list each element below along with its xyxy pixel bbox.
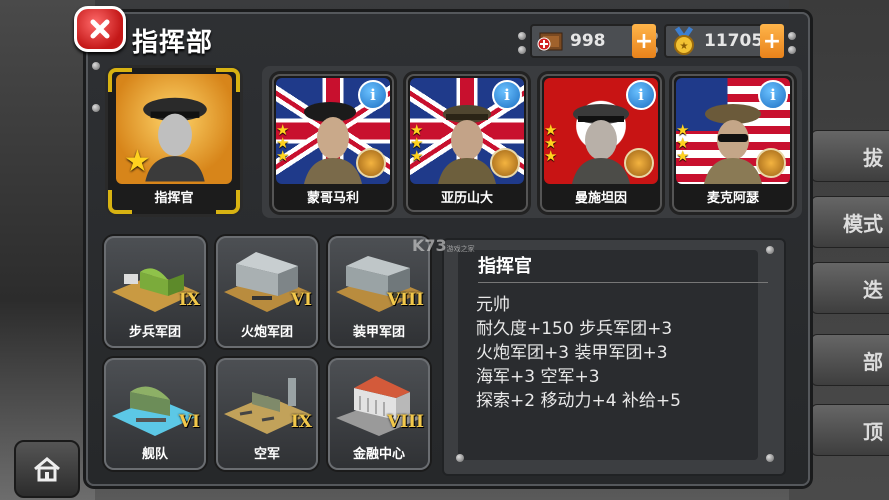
side-tab-5[interactable]: 顶 — [811, 404, 889, 456]
info-button[interactable]: i — [758, 80, 788, 110]
rank-badge-icon — [624, 148, 654, 178]
info-line-stats: 耐久度+150 步兵军团+3 — [476, 319, 673, 339]
supply-crate-icon — [537, 32, 563, 51]
close-icon — [90, 19, 110, 39]
add-supply-button[interactable]: + — [632, 24, 656, 58]
rivet — [788, 46, 796, 54]
self-commander-card[interactable]: ★ 指挥官 — [108, 68, 240, 214]
building-level: VI — [290, 290, 312, 310]
resource-gold: ★ 11705 + — [664, 24, 784, 58]
info-button[interactable]: i — [626, 80, 656, 110]
commander-portrait-icon — [304, 102, 362, 184]
rank-badge-icon — [756, 148, 786, 178]
supply-value: 998 — [570, 31, 606, 51]
rank-badge-icon — [490, 148, 520, 178]
commander-name: 曼施坦因 — [574, 191, 627, 206]
commander-card[interactable]: i ★ ★ ★ 曼施坦因 — [540, 74, 662, 212]
rivet — [518, 32, 526, 40]
rivet — [788, 32, 796, 40]
selection-corner — [216, 68, 240, 92]
building-level: VI — [178, 412, 200, 432]
home-button[interactable] — [14, 440, 80, 498]
commander-card[interactable]: i ★ ★ ★ 麦克阿瑟 — [672, 74, 794, 212]
info-button[interactable]: i — [492, 80, 522, 110]
home-icon — [34, 457, 60, 482]
star-rating: ★ ★ ★ — [676, 121, 690, 165]
commander-portrait-icon — [572, 104, 630, 184]
rank-badge-icon — [356, 148, 386, 178]
building-name: 装甲军团 — [352, 325, 405, 340]
selection-corner — [108, 68, 132, 92]
building-level: VIII — [386, 412, 424, 432]
building-infantry[interactable]: IX 步兵军团 — [104, 236, 206, 348]
commander-name: 麦克阿瑟 — [706, 191, 759, 206]
commander-name: 蒙哥马利 — [306, 191, 359, 206]
building-name: 舰队 — [141, 447, 168, 462]
self-portrait: ★ — [116, 74, 232, 184]
side-tab-4[interactable]: 部 — [811, 334, 889, 386]
rank-star-icon: ★ — [124, 144, 151, 179]
info-line-stats: 海军+3 空军+3 — [476, 367, 600, 387]
info-button[interactable]: i — [358, 80, 388, 110]
rivet — [456, 454, 464, 462]
gold-value: 11705 — [704, 31, 764, 51]
building-level: IX — [290, 412, 312, 432]
rivet — [766, 246, 774, 254]
commander-portrait-icon — [704, 104, 762, 184]
building-airforce[interactable]: IX 空军 — [216, 358, 318, 470]
add-gold-button[interactable]: + — [760, 24, 784, 58]
commander-name: 亚历山大 — [440, 191, 493, 206]
star-rating: ★ ★ ★ — [276, 121, 290, 165]
building-name: 空军 — [253, 447, 280, 462]
rivet — [766, 454, 774, 462]
building-navy[interactable]: VI 舰队 — [104, 358, 206, 470]
info-title: 指挥官 — [478, 256, 532, 277]
building-name: 火炮军团 — [240, 325, 293, 340]
gold-medal-icon: ★ — [674, 26, 694, 55]
commander-portrait-icon — [438, 105, 496, 184]
info-line-rank: 元帅 — [476, 295, 510, 315]
side-tab-3[interactable]: 迭 — [811, 262, 889, 314]
building-name: 步兵军团 — [128, 325, 181, 340]
rivet — [92, 62, 100, 70]
commander-card[interactable]: i ★ ★ ★ 亚历山大 — [406, 74, 528, 212]
building-name: 金融中心 — [352, 447, 405, 462]
building-level: VIII — [386, 290, 424, 310]
building-level: IX — [178, 290, 200, 310]
info-line-stats: 火炮军团+3 装甲军团+3 — [476, 343, 668, 363]
building-artillery[interactable]: VI 火炮军团 — [216, 236, 318, 348]
background-left-building — [0, 0, 95, 500]
star-rating: ★ ★ ★ — [410, 121, 424, 165]
commander-card[interactable]: i ★ ★ ★ 蒙哥马利 — [272, 74, 394, 212]
building-finance[interactable]: VIII 金融中心 — [328, 358, 430, 470]
info-divider — [478, 282, 768, 283]
side-tab-1[interactable]: 拔 — [811, 130, 889, 182]
close-button[interactable] — [74, 6, 126, 52]
side-tab-2[interactable]: 模式 — [811, 196, 889, 248]
rivet — [92, 104, 100, 112]
svg-text:★: ★ — [680, 41, 689, 52]
rivet — [518, 46, 526, 54]
self-commander-name: 指挥官 — [154, 191, 194, 206]
info-line-stats: 探索+2 移动力+4 补给+5 — [476, 391, 681, 411]
star-rating: ★ ★ ★ — [544, 121, 558, 165]
resource-supply: 998 + — [530, 24, 656, 58]
page-title: 指挥部 — [132, 28, 214, 58]
watermark-logo: K73游戏之家 — [412, 236, 475, 255]
